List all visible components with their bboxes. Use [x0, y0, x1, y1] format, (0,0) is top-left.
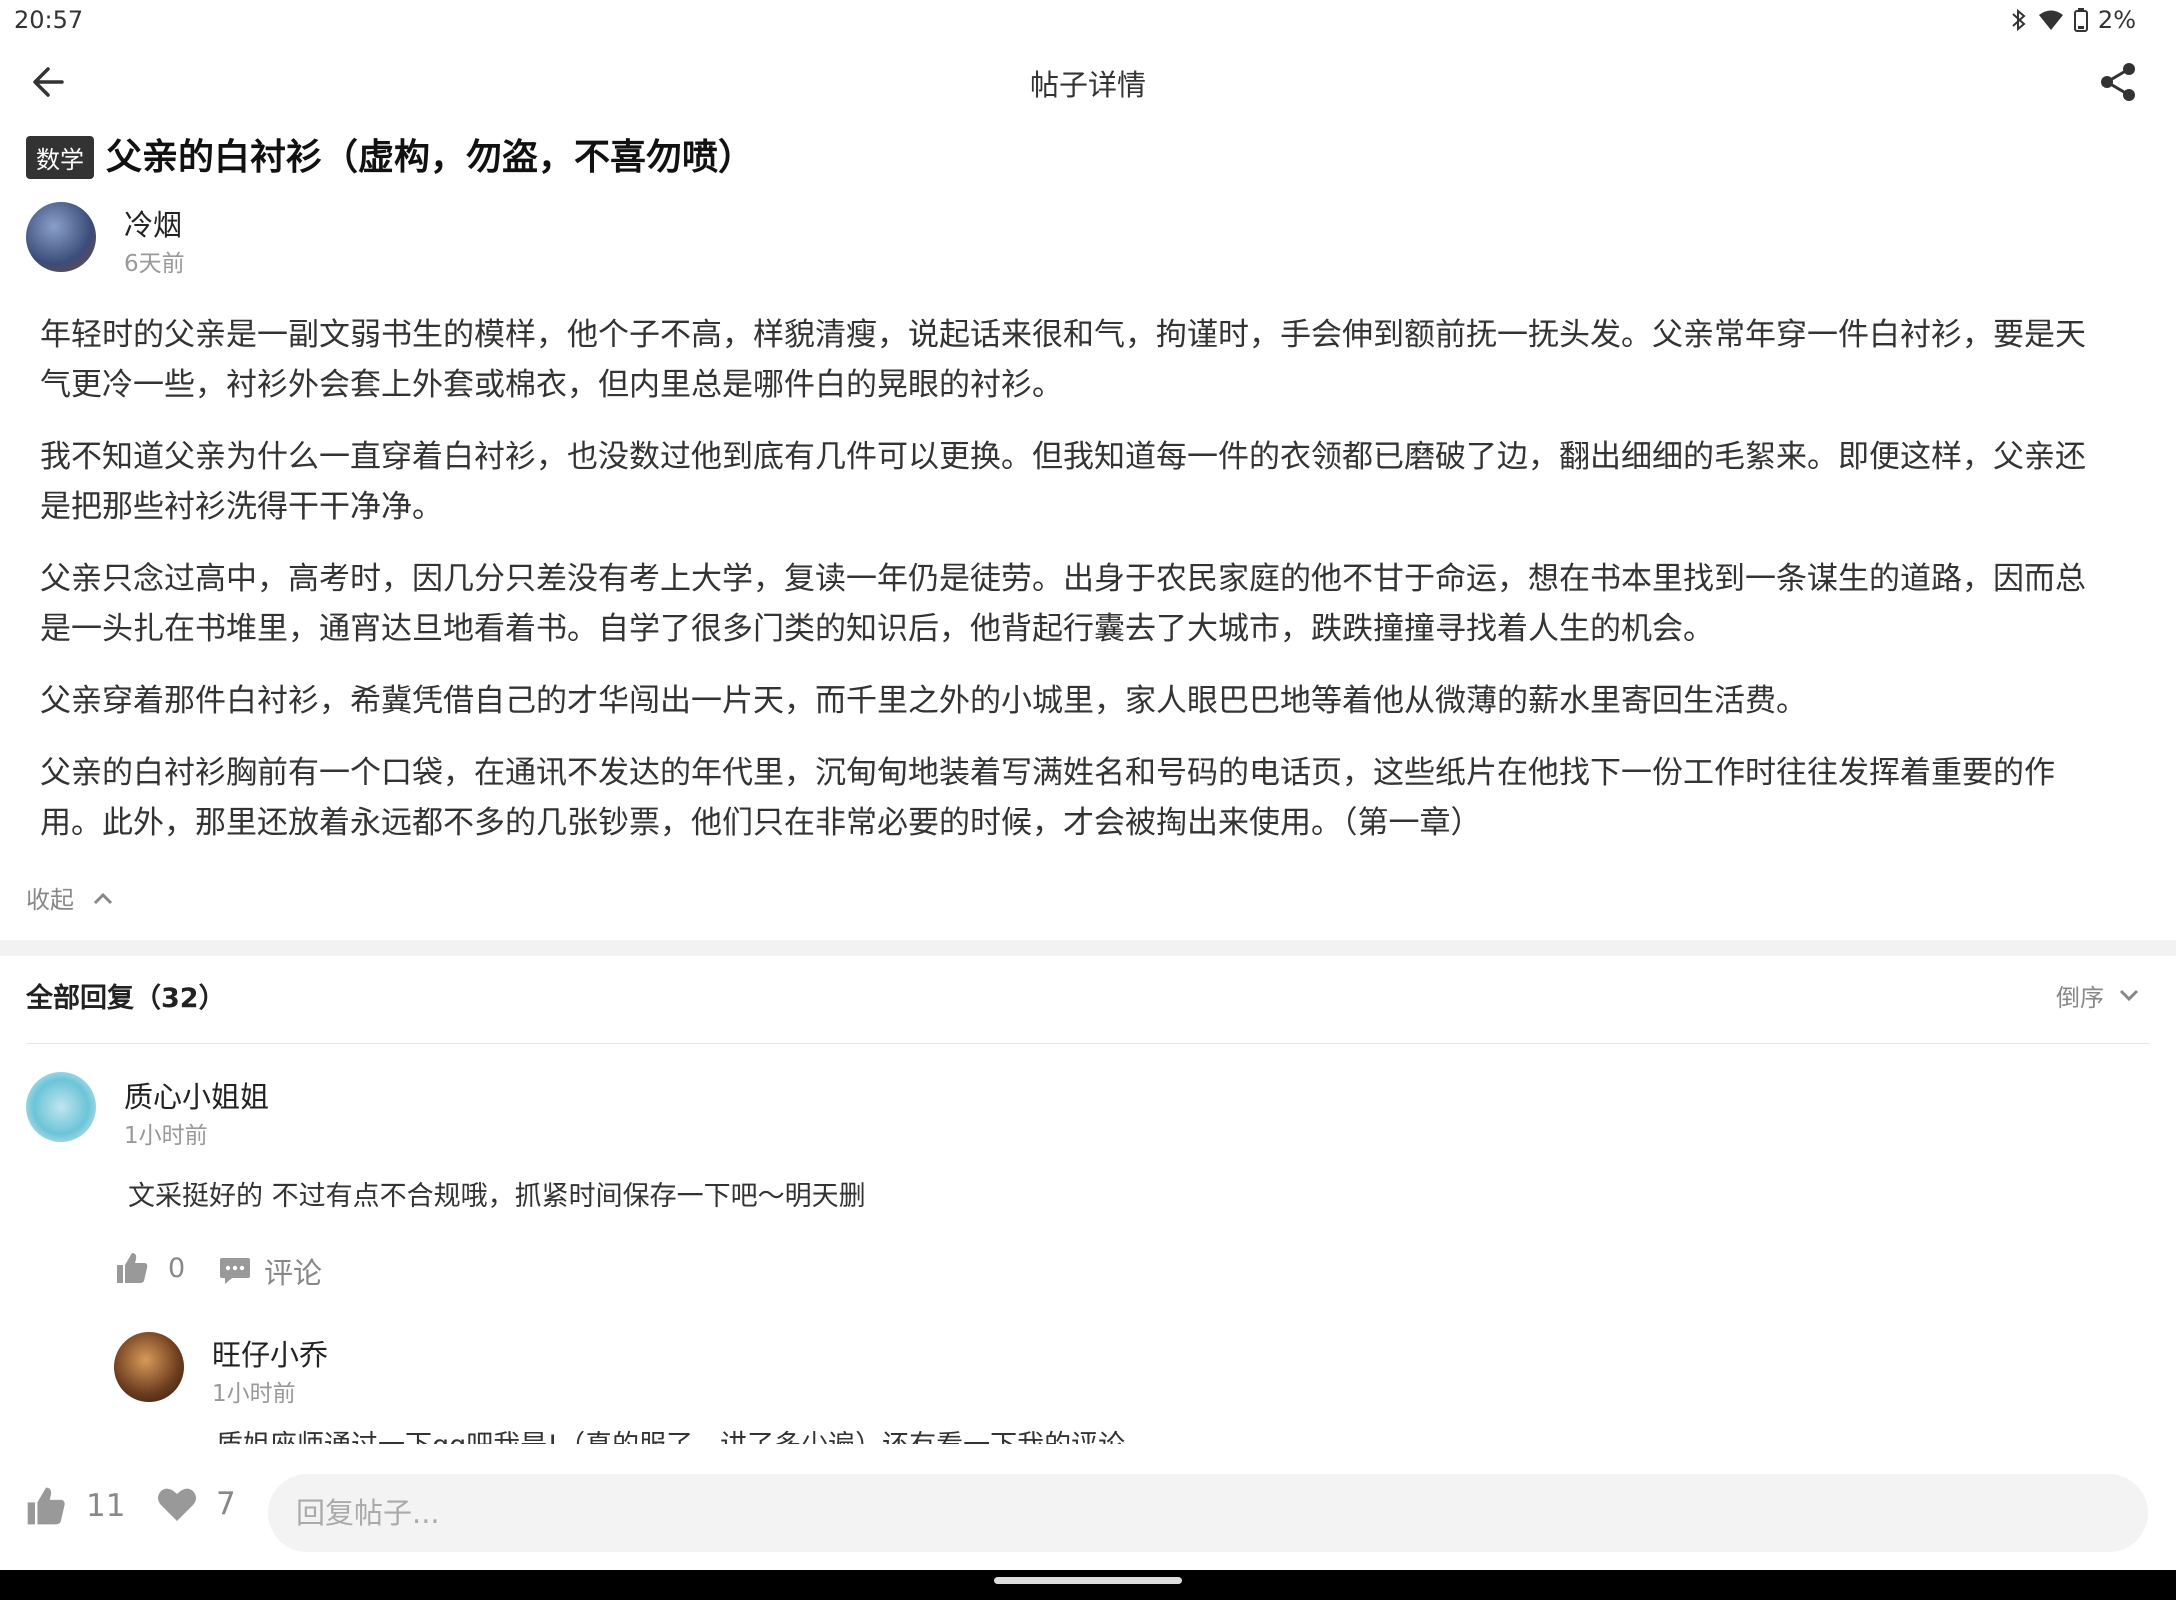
post-body: 年轻时的父亲是一副文弱书生的模样，他个子不高，样貌清瘦，说起话来很和气，拘谨时，… [40, 310, 2116, 870]
home-gesture-handle[interactable] [994, 1577, 1182, 1584]
post-timestamp: 6天前 [124, 251, 185, 277]
thumbs-up-icon [117, 1253, 148, 1283]
reply-comment-label: 评论 [264, 1256, 323, 1290]
reply-timestamp: 1小时前 [124, 1123, 208, 1149]
sub-reply-author-name[interactable]: 旺仔小乔 [212, 1332, 328, 1374]
category-tag[interactable]: 数学 [26, 136, 94, 179]
heart-icon [158, 1488, 196, 1521]
post-paragraph: 父亲的白衬衫胸前有一个口袋，在通讯不发达的年代里，沉甸甸地装着写满姓名和号码的电… [40, 755, 2055, 841]
reply-author-name[interactable]: 质心小姐姐 [124, 1074, 269, 1116]
reply-like-count: 0 [168, 1252, 186, 1284]
battery-icon [2073, 8, 2088, 32]
reply-avatar[interactable] [26, 1072, 96, 1142]
battery-percent: 2% [2097, 6, 2136, 34]
sort-order-button[interactable]: 倒序 [2056, 978, 2140, 1013]
reply-comment-button[interactable]: 评论 [218, 1250, 322, 1292]
wifi-icon [2038, 10, 2063, 30]
post-title: 父亲的白衬衫（虚构，勿盗，不喜勿喷） [106, 137, 755, 178]
reply-input[interactable] [268, 1474, 2148, 1552]
collapse-button[interactable]: 收起 [26, 880, 114, 915]
collapse-label: 收起 [26, 886, 74, 914]
sub-reply-avatar[interactable] [114, 1332, 184, 1402]
post-paragraph: 我不知道父亲为什么一直穿着白衬衫，也没数过他到底有几件可以更换。但我知道每一件的… [40, 439, 2086, 525]
author-avatar[interactable] [26, 202, 96, 272]
status-icons: 2% [2010, 6, 2136, 34]
replies-count-header: 全部回复（32） [26, 983, 226, 1014]
navigation-bar [0, 1570, 2176, 1600]
page-title: 帖子详情 [1029, 68, 1146, 102]
author-name[interactable]: 冷烟 [124, 202, 182, 244]
sub-reply-text: 质姐座师通过一下qq吧我是!（真的服了，讲了多少遍）还有看一下我的评论 [216, 1428, 1125, 1444]
share-button[interactable] [2096, 60, 2140, 104]
divider [26, 1043, 2150, 1044]
post-paragraph: 年轻时的父亲是一副文弱书生的模样，他个子不高，样貌清瘦，说起话来很和气，拘谨时，… [40, 317, 2086, 403]
post-favorite-count: 7 [216, 1486, 236, 1522]
post-like-button[interactable]: 11 [24, 1484, 125, 1528]
reply-text: 文采挺好的 不过有点不合规哦，抓紧时间保存一下吧～明天删 [128, 1181, 866, 1212]
post-paragraph: 父亲穿着那件白衬衫，希冀凭借自己的才华闯出一片天，而千里之外的小城里，家人眼巴巴… [40, 683, 1807, 719]
sort-label: 倒序 [2056, 984, 2104, 1012]
thumbs-up-icon [27, 1487, 65, 1525]
post-favorite-button[interactable]: 7 [156, 1484, 236, 1524]
chevron-up-icon [93, 892, 113, 904]
sub-reply-timestamp: 1小时前 [212, 1381, 296, 1407]
status-time: 20:57 [14, 6, 84, 34]
bluetooth-icon [2012, 8, 2026, 32]
post-paragraph: 父亲只念过高中，高考时，因几分只差没有考上大学，复读一年仍是徒劳。出身于农民家庭… [40, 561, 2086, 647]
share-icon [2101, 63, 2135, 101]
section-divider [0, 940, 2176, 956]
chevron-down-icon [2119, 989, 2139, 1001]
post-like-count: 11 [86, 1488, 126, 1524]
reply-like-button[interactable]: 0 [114, 1250, 185, 1286]
comment-icon [220, 1258, 250, 1284]
